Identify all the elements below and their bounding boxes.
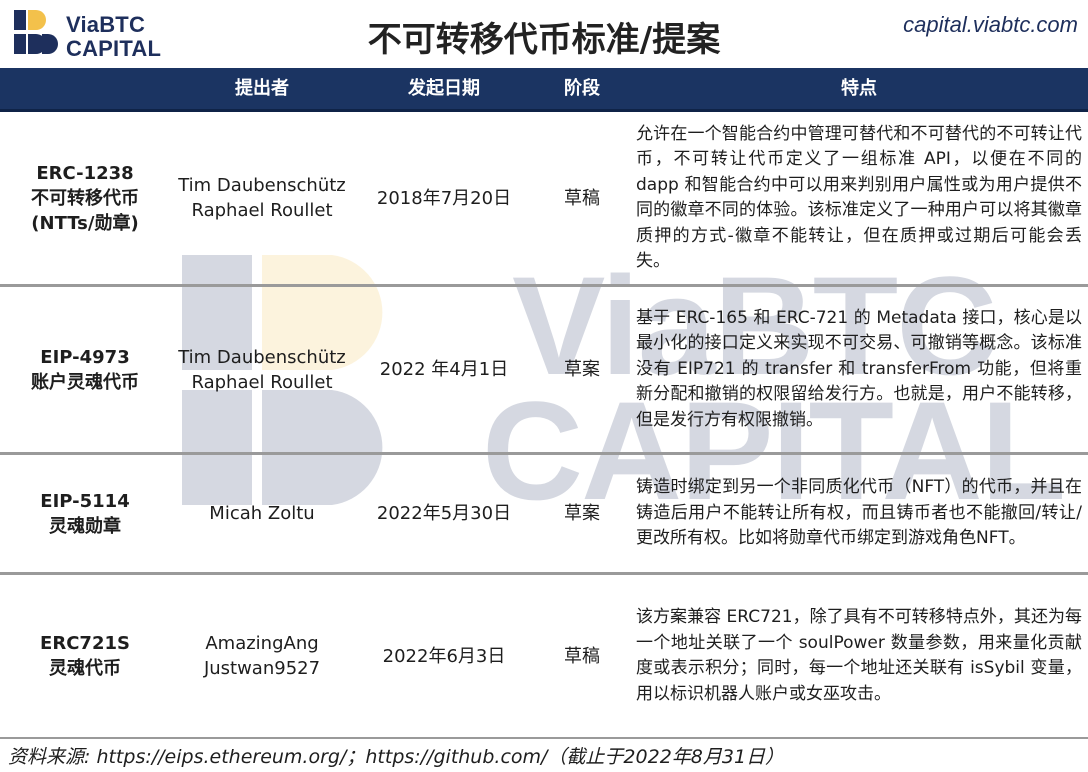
column-header-date: 发起日期 (408, 78, 480, 99)
standard-name: ERC-1238 不可转移代币 (NTTs/勋章) (0, 112, 170, 284)
standard-name: EIP-4973 账户灵魂代币 (0, 287, 170, 452)
standard-name-line: EIP-4973 (40, 346, 130, 368)
proposer-line: AmazingAng (205, 633, 319, 654)
table-header: 提出者 发起日期 阶段 特点 (0, 68, 1088, 112)
stage: 草案 (564, 359, 600, 380)
proposer: Micah Zoltu (209, 503, 315, 524)
table-row: EIP-4973 账户灵魂代币 Tim Daubenschütz Raphael… (0, 287, 1088, 452)
standard-name-line: 灵魂代币 (49, 658, 121, 679)
proposer-line: Tim Daubenschütz (178, 175, 346, 196)
start-date: 2022年6月3日 (382, 645, 506, 667)
start-date: 2022 年4月1日 (379, 359, 509, 380)
features: 允许在一个智能合约中管理可替代和不可替代的不可转让代币，不可转让代币定义了一组标… (636, 123, 1082, 272)
features: 铸造时绑定到另一个非同质化代币（NFT）的代币，并且在铸造后用户不能转让所有权，… (636, 477, 1082, 549)
standard-name-line: 账户灵魂代币 (31, 371, 139, 393)
proposer: Tim Daubenschütz Raphael Roullet (170, 287, 354, 452)
column-header-proposer: 提出者 (235, 78, 289, 99)
site-url: capital.viabtc.com (903, 12, 1078, 37)
column-header-name (0, 68, 170, 112)
proposer-line: Raphael Roullet (191, 371, 333, 393)
row-divider (0, 737, 1088, 739)
standard-name-line: EIP-5114 (40, 490, 130, 512)
features: 该方案兼容 ERC721，除了具有不可转移特点外，其还为每一个地址关联了一个 s… (636, 607, 1082, 704)
standard-name-line: (NTTs/勋章) (31, 212, 139, 234)
standard-name-line: 灵魂勋章 (49, 515, 121, 537)
standard-name-line: 不可转移代币 (31, 187, 139, 209)
standard-name-line: ERC721S (40, 633, 130, 654)
table-row: EIP-5114 灵魂勋章 Micah Zoltu 2022年5月30日 草案 … (0, 455, 1088, 572)
standard-name: EIP-5114 灵魂勋章 (0, 455, 170, 572)
source-note: 资料来源: https://eips.ethereum.org/；https:/… (8, 746, 785, 768)
proposer-line: Raphael Roullet (191, 200, 333, 221)
table-row: ERC721S 灵魂代币 AmazingAng Justwan9527 2022… (0, 575, 1088, 737)
proposer-line: Justwan9527 (203, 658, 321, 679)
proposer: AmazingAng Justwan9527 (170, 575, 354, 737)
stage: 草稿 (564, 645, 600, 667)
proposer: Tim Daubenschütz Raphael Roullet (170, 112, 354, 284)
standard-name: ERC721S 灵魂代币 (0, 575, 170, 737)
table-row: ERC-1238 不可转移代币 (NTTs/勋章) Tim Daubenschü… (0, 112, 1088, 284)
stage: 草稿 (564, 187, 600, 209)
proposer-line: Tim Daubenschütz (178, 346, 346, 368)
column-header-features: 特点 (841, 78, 877, 99)
start-date: 2022年5月30日 (376, 503, 512, 524)
stage: 草案 (564, 503, 600, 524)
start-date: 2018年7月20日 (376, 187, 512, 209)
column-header-stage: 阶段 (564, 78, 600, 99)
features: 基于 ERC-165 和 ERC-721 的 Metadata 接口，核心是以最… (636, 307, 1082, 430)
standard-name-line: ERC-1238 (36, 162, 134, 184)
